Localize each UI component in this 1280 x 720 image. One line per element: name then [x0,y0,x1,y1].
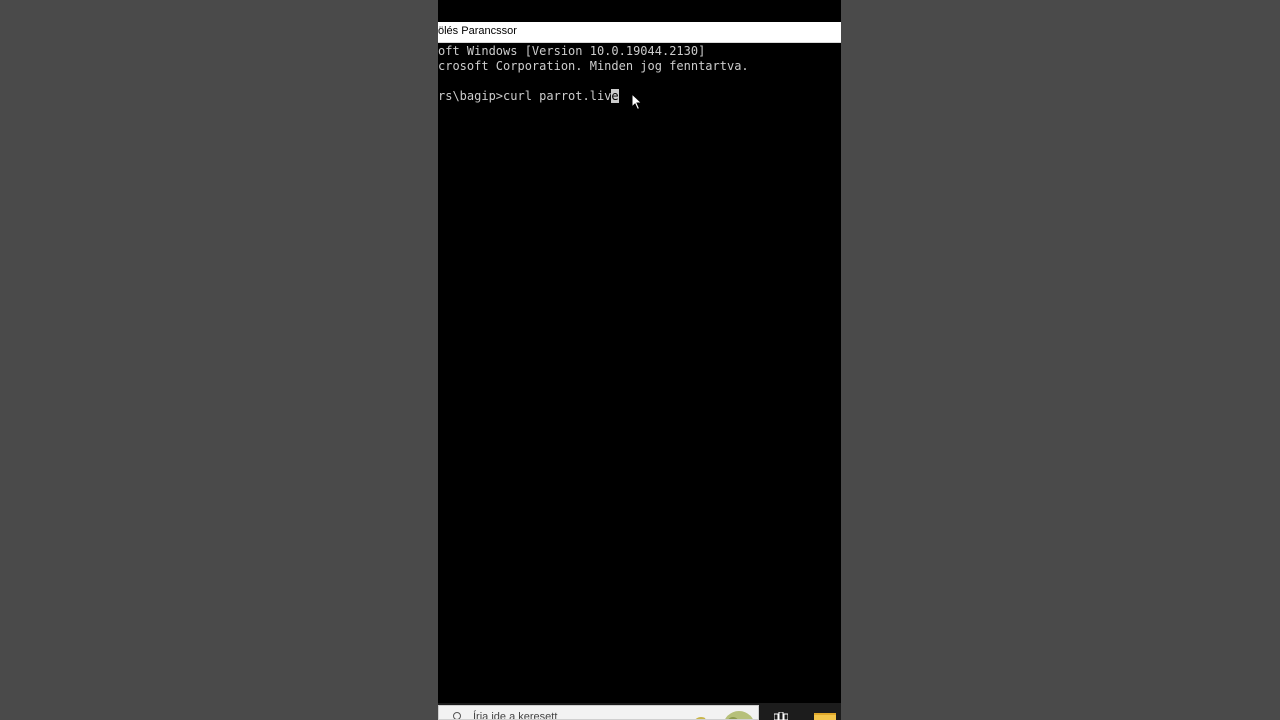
console-command-input[interactable]: curl parrot.liv [503,89,611,103]
left-letterbox [0,0,438,720]
screen-recording: ölés Parancssor oft Windows [Version 10.… [438,0,841,720]
mouse-pointer-icon [631,93,643,111]
console-prompt-line[interactable]: rs\bagip>curl parrot.live [438,89,619,104]
file-explorer-icon[interactable] [814,713,836,720]
search-placeholder: Írja ide a keresett [473,711,558,720]
console-prompt: rs\bagip> [438,89,504,103]
console-window[interactable]: oft Windows [Version 10.0.19044.2130] cr… [438,43,841,703]
taskbar-search-box[interactable]: Írja ide a keresett [438,705,759,720]
window-title: ölés Parancssor [438,25,517,37]
window-titlebar[interactable]: ölés Parancssor [438,22,841,43]
console-line-version: oft Windows [Version 10.0.19044.2130] [438,44,706,58]
taskbar: Írja ide a keresett [438,703,841,720]
text-cursor: e [611,89,619,103]
right-letterbox [841,0,1280,720]
search-highlight-illustration-icon [695,711,753,719]
task-view-icon[interactable] [774,712,788,720]
search-icon [453,712,461,719]
console-line-copyright: crosoft Corporation. Minden jog fenntart… [438,59,749,73]
